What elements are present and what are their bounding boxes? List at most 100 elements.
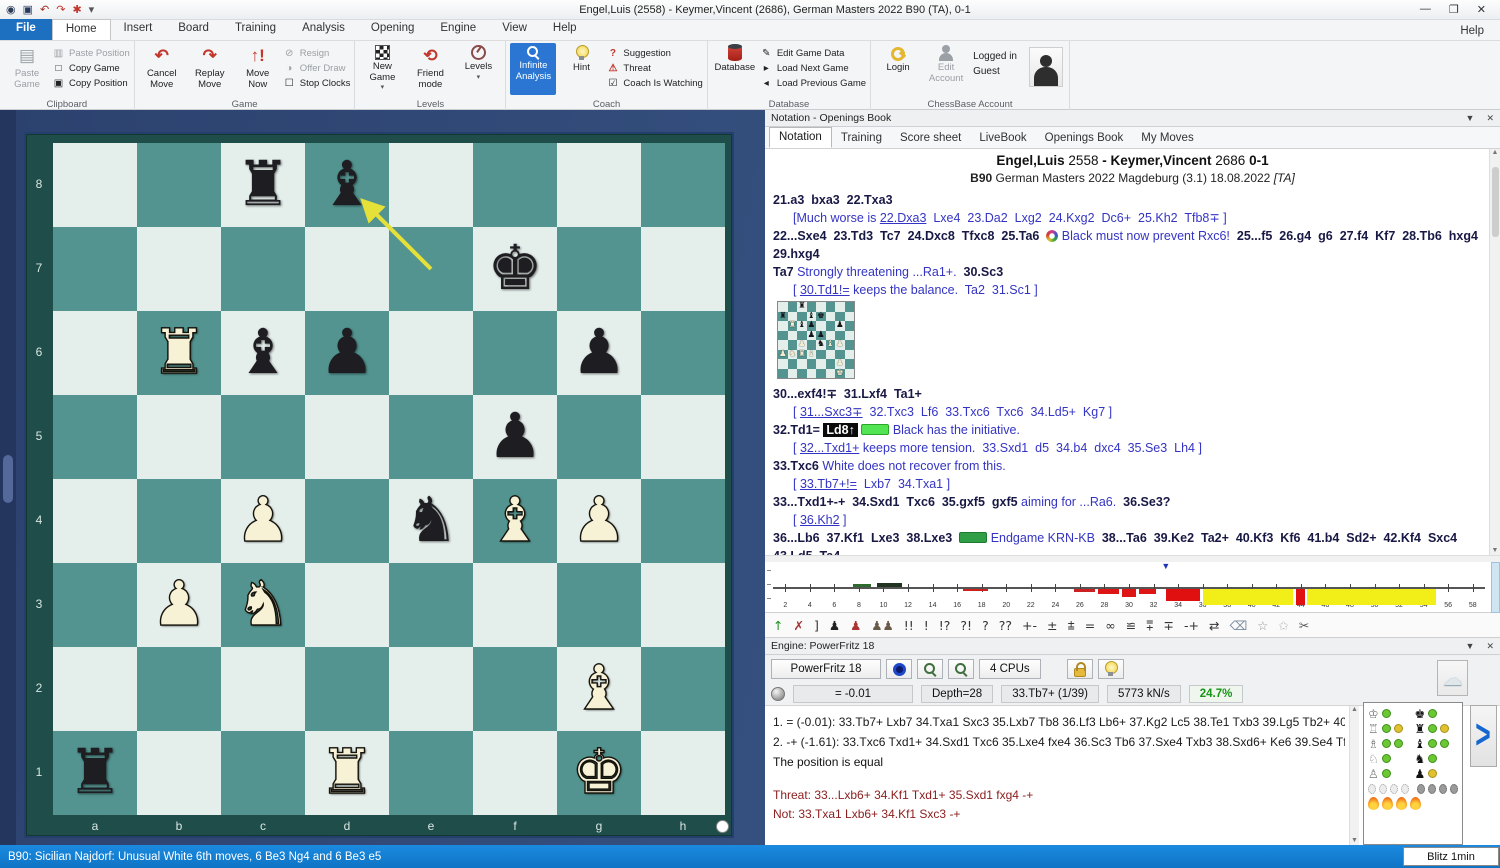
- board-square[interactable]: [53, 647, 137, 731]
- move-text[interactable]: Strongly threatening ...Ra1+.: [797, 265, 956, 279]
- board-square[interactable]: [53, 227, 137, 311]
- board-square[interactable]: [389, 647, 473, 731]
- board-square[interactable]: [137, 227, 221, 311]
- edit-account-button[interactable]: Edit Account: [923, 43, 969, 95]
- board-square[interactable]: [305, 227, 389, 311]
- board-square[interactable]: [221, 647, 305, 731]
- move-text[interactable]: 33...Txd1+-+ 34.Sxd1 Txc6 35.gxf5 gxf5: [773, 495, 1021, 509]
- save-icon[interactable]: ▣: [23, 3, 33, 17]
- board-square[interactable]: [557, 395, 641, 479]
- board-square[interactable]: [305, 479, 389, 563]
- piece-br-a1[interactable]: ♜: [53, 731, 137, 815]
- piece-bb-c6[interactable]: ♝: [221, 311, 305, 395]
- move-text[interactable]: 36.Se3?: [1116, 495, 1170, 509]
- board-square[interactable]: [305, 395, 389, 479]
- evaluation-profile-chart[interactable]: ▼246810121416182022242628303234363840424…: [765, 562, 1500, 613]
- board-square[interactable]: [641, 731, 725, 815]
- annotation-symbol-button[interactable]: -+: [1184, 613, 1199, 638]
- tab-view[interactable]: View: [489, 19, 540, 40]
- tab-analysis[interactable]: Analysis: [289, 19, 358, 40]
- expand-chevron-button[interactable]: >: [1470, 705, 1497, 767]
- notation-line[interactable]: [ 31...Sxc3∓ 32.Txc3 Lf6 33.Txc6 Txc6 34…: [773, 403, 1480, 421]
- board-squares[interactable]: ♜♝♚♜♝♟♟♟♟♞♝♟♟♞♝♜♜♚: [53, 143, 725, 815]
- resign-button[interactable]: ⊘Resign: [283, 47, 351, 59]
- chart-scrollbar[interactable]: [1491, 562, 1500, 613]
- annotation-symbol-button[interactable]: ⩲: [1067, 613, 1074, 638]
- current-move[interactable]: Ld8↑: [823, 423, 857, 437]
- annotation-symbol-button[interactable]: ✗: [793, 613, 803, 638]
- piece-wp-b3[interactable]: ♟: [137, 563, 221, 647]
- board-square[interactable]: [305, 647, 389, 731]
- board-square[interactable]: [221, 731, 305, 815]
- move-text[interactable]: [: [793, 441, 800, 455]
- board-square[interactable]: [557, 143, 641, 227]
- coach-is-watching-button[interactable]: ☑Coach Is Watching: [606, 77, 702, 89]
- notation-line[interactable]: 36...Lb6 37.Kf1 Lxe3 38.Lxe3 Endgame KRN…: [773, 529, 1480, 555]
- tab-training[interactable]: Training: [222, 19, 289, 40]
- engine-lines-scrollbar[interactable]: ▲▼: [1349, 706, 1359, 845]
- notation-line[interactable]: Ta7 Strongly threatening ...Ra1+. 30.Sc3: [773, 263, 1480, 281]
- board-square[interactable]: [641, 227, 725, 311]
- zoom-out-button[interactable]: [948, 659, 974, 679]
- cancel-move-button[interactable]: ↶Cancel Move: [139, 43, 185, 95]
- notation-tab-training[interactable]: Training: [832, 129, 891, 148]
- replay-move-button[interactable]: ↷Replay Move: [187, 43, 233, 95]
- undo-icon[interactable]: ↶: [40, 3, 49, 17]
- board-square[interactable]: [389, 395, 473, 479]
- annotation-symbol-button[interactable]: ∞: [1105, 613, 1115, 638]
- board-square[interactable]: [389, 311, 473, 395]
- notation-line[interactable]: [Much worse is 22.Dxa3 Lxe4 23.Da2 Lxg2 …: [773, 209, 1480, 227]
- time-control-badge[interactable]: Blitz 1min: [1403, 847, 1499, 866]
- move-text[interactable]: 30...exf4!∓ 31.Lxf4 Ta1+: [773, 387, 922, 401]
- panel-close-icon[interactable]: ✕: [1486, 113, 1494, 124]
- notation-line[interactable]: [ 36.Kh2 ]: [773, 511, 1480, 529]
- board-square[interactable]: [389, 227, 473, 311]
- notation-tab-openings-book[interactable]: Openings Book: [1036, 129, 1133, 148]
- annotation-symbol-button[interactable]: +-: [1022, 613, 1037, 638]
- settings-gear-icon[interactable]: ✱: [72, 3, 81, 17]
- tab-insert[interactable]: Insert: [111, 19, 166, 40]
- annotation-symbol-button[interactable]: =: [1085, 613, 1095, 638]
- move-text[interactable]: [Much worse is: [793, 211, 880, 225]
- annotation-symbol-button[interactable]: ⇄: [1209, 613, 1219, 638]
- board-square[interactable]: [137, 731, 221, 815]
- board-square[interactable]: [137, 395, 221, 479]
- tab-home[interactable]: Home: [52, 19, 111, 40]
- move-text[interactable]: Ta7: [773, 265, 797, 279]
- piece-bk-f7[interactable]: ♚: [473, 227, 557, 311]
- notation-scrollbar[interactable]: ▲▼: [1489, 149, 1500, 555]
- move-now-button[interactable]: ↑!Move Now: [235, 43, 281, 95]
- annotation-symbol-button[interactable]: ♟: [829, 613, 840, 638]
- help-link[interactable]: Help: [1444, 22, 1500, 40]
- board-square[interactable]: [557, 563, 641, 647]
- panel-close-icon[interactable]: ✕: [1486, 641, 1494, 652]
- annotation-symbol-button[interactable]: ♟♟: [871, 613, 893, 638]
- move-text[interactable]: Lxb7 34.Txa1 ]: [857, 477, 950, 491]
- engine-hint-button[interactable]: [1098, 659, 1124, 679]
- board-square[interactable]: [221, 395, 305, 479]
- annotation-symbol-button[interactable]: ??: [999, 613, 1012, 638]
- move-text[interactable]: 32...Txd1+: [800, 441, 859, 455]
- move-text[interactable]: Black must now prevent Rxc6!: [1058, 229, 1230, 243]
- hint-button[interactable]: Hint: [558, 43, 604, 95]
- friend-mode-button[interactable]: ⟲Friend mode: [407, 43, 453, 95]
- board-square[interactable]: [641, 647, 725, 731]
- piece-wr-b6[interactable]: ♜: [137, 311, 221, 395]
- cloud-engine-button[interactable]: ☁: [1437, 660, 1468, 696]
- board-square[interactable]: [557, 227, 641, 311]
- annotation-symbol-button[interactable]: ♟: [850, 613, 861, 638]
- move-text[interactable]: 21.a3 bxa3 22.Txa3: [773, 193, 893, 207]
- notation-line[interactable]: 30...exf4!∓ 31.Lxf4 Ta1+: [773, 385, 1480, 403]
- move-text[interactable]: [: [793, 513, 800, 527]
- lock-engine-button[interactable]: [1067, 659, 1093, 679]
- move-text[interactable]: aiming for ...Ra6.: [1021, 495, 1116, 509]
- piece-wb-f4[interactable]: ♝: [473, 479, 557, 563]
- board-square[interactable]: [137, 479, 221, 563]
- annotation-symbol-button[interactable]: ]: [814, 613, 819, 638]
- annotation-symbol-button[interactable]: ⩱: [1146, 613, 1153, 638]
- move-text[interactable]: ]: [840, 513, 847, 527]
- board-square[interactable]: [641, 479, 725, 563]
- board-square[interactable]: [53, 395, 137, 479]
- scroll-thumb[interactable]: [3, 455, 13, 503]
- suggestion-button[interactable]: ?Suggestion: [606, 47, 702, 59]
